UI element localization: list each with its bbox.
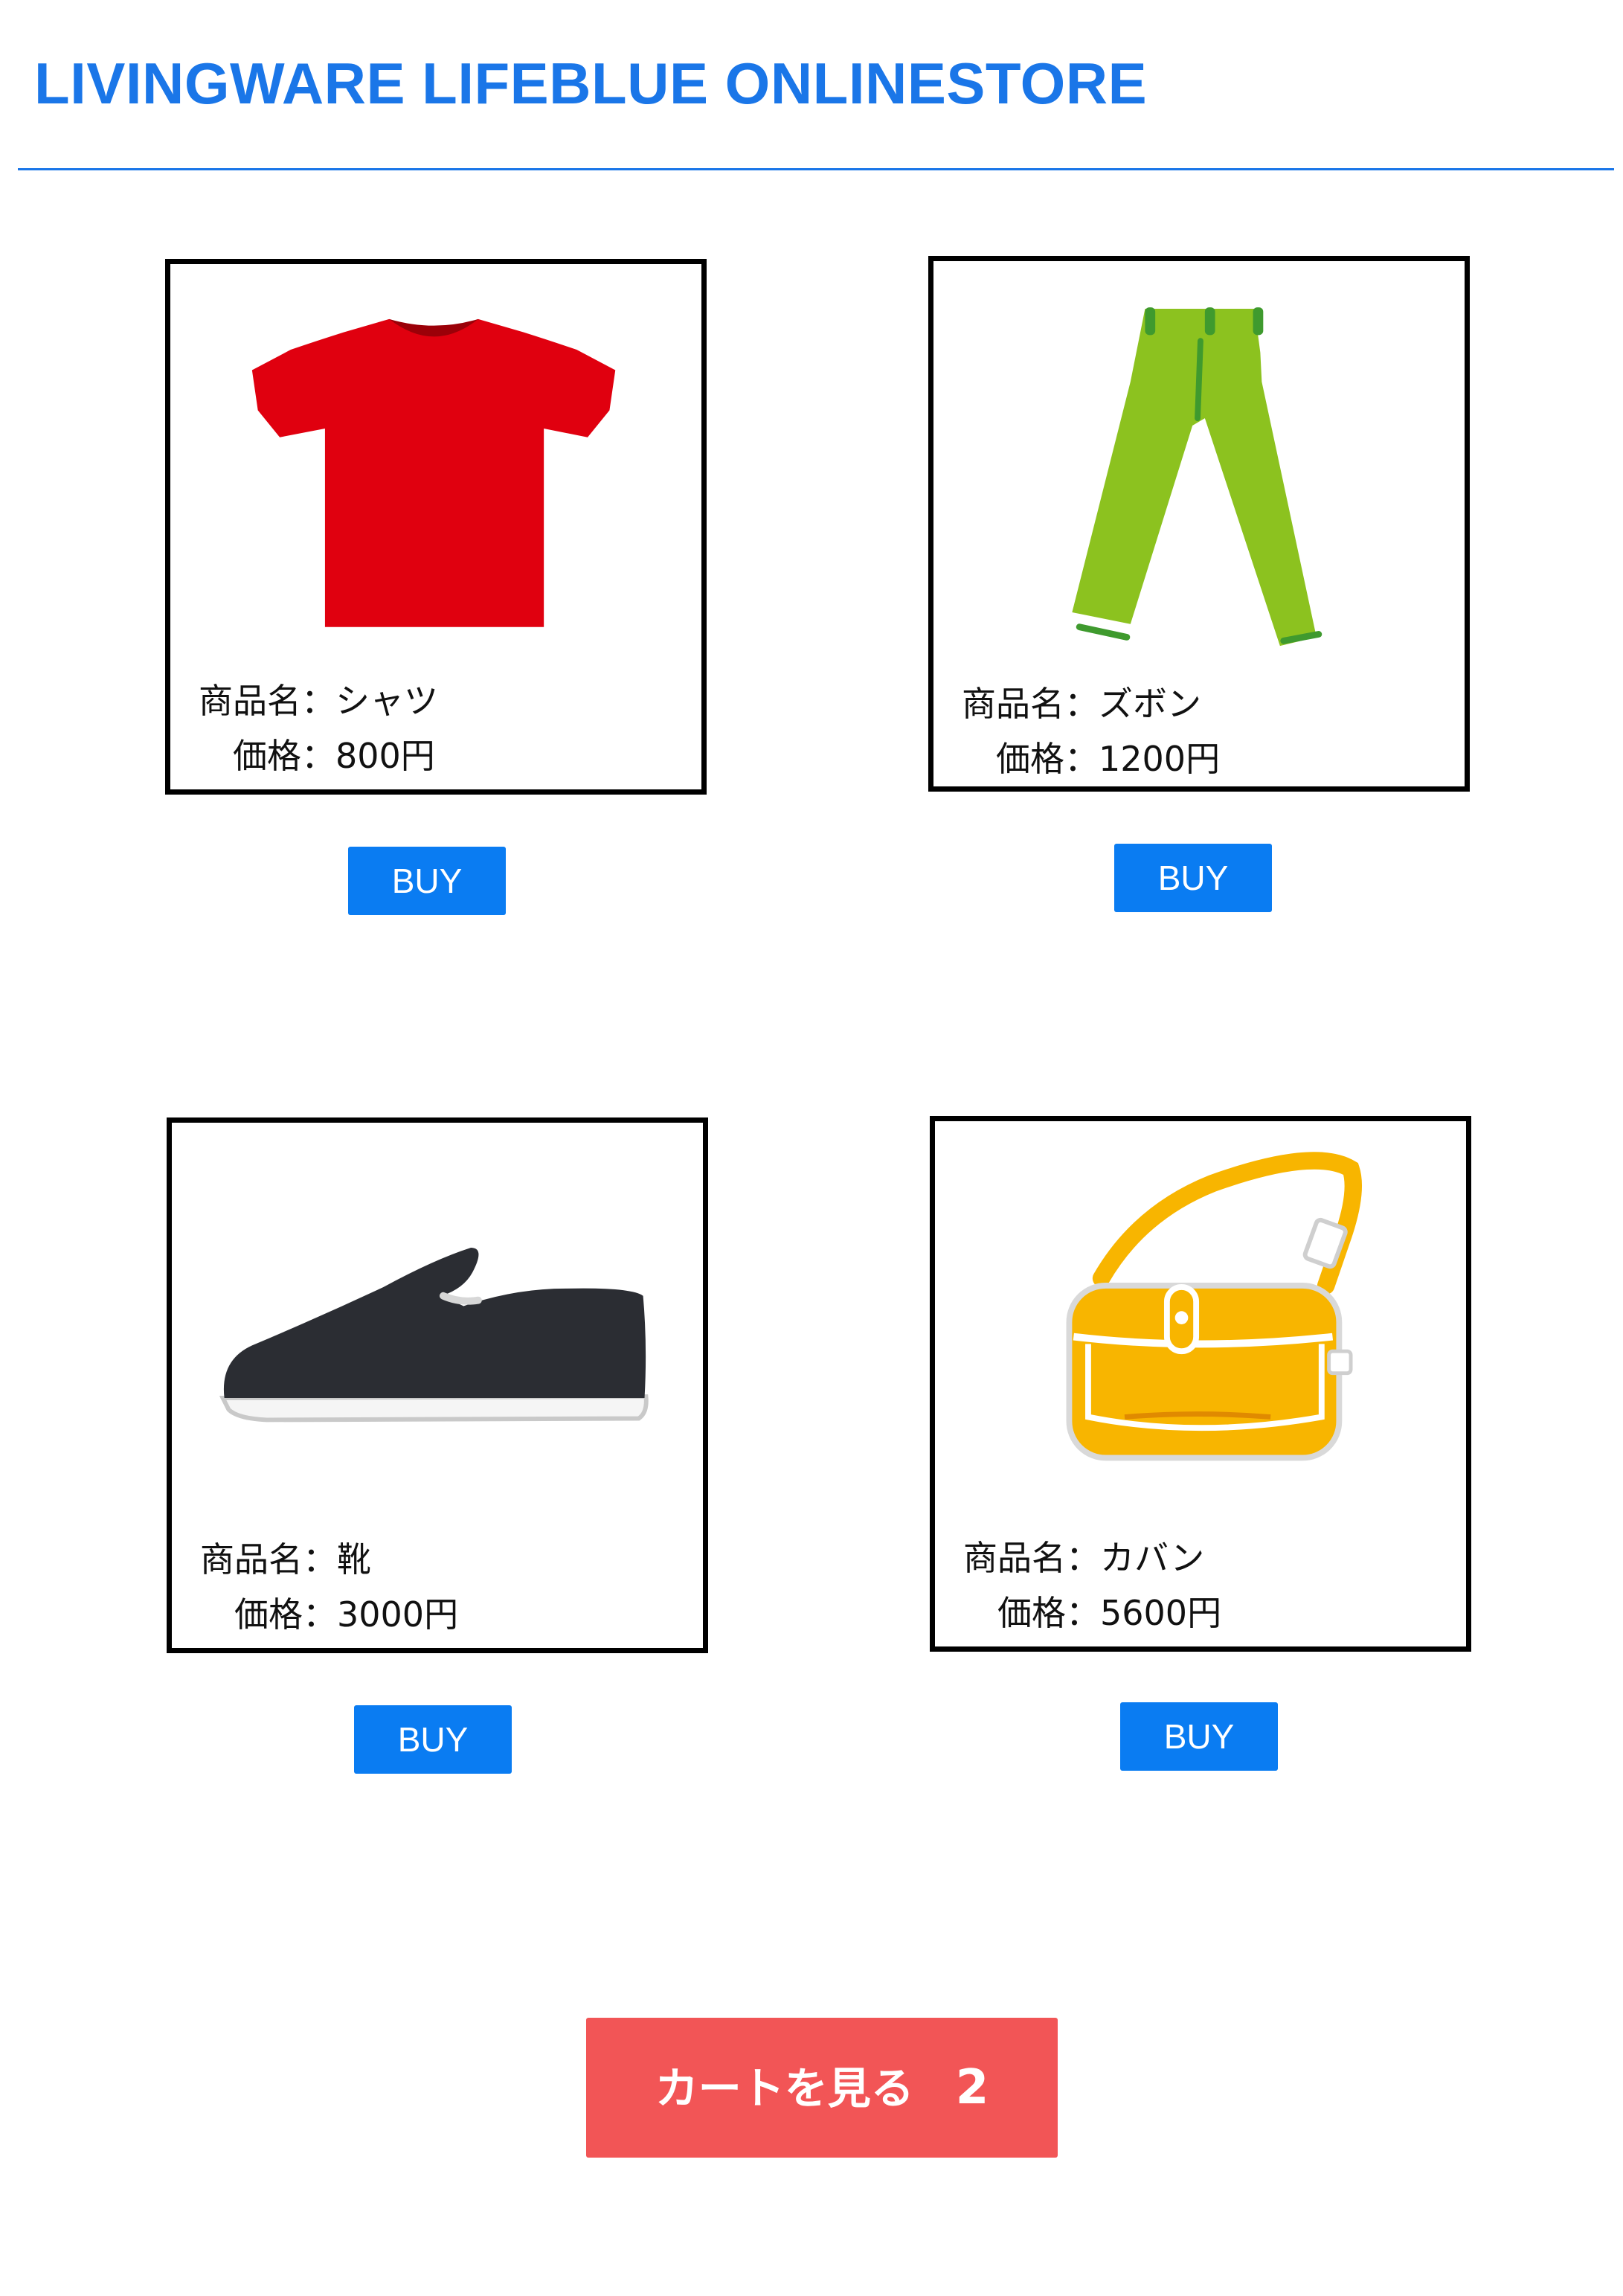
product-name: 商品名：シャツ — [199, 681, 438, 721]
product-card-bag: 商品名：カバン 価格：5600円 — [930, 1116, 1471, 1652]
product-price: 価格：3000円 — [234, 1594, 459, 1635]
product-info: 商品名：ズボン 価格：1200円 — [962, 676, 1220, 786]
bag-icon — [935, 1121, 1466, 1523]
product-info: 商品名：カバン 価格：5600円 — [963, 1530, 1221, 1641]
view-cart-button[interactable]: カートを見る 2 — [586, 2018, 1058, 2158]
product-price: 価格：800円 — [233, 736, 435, 776]
product-price: 価格：1200円 — [996, 739, 1221, 779]
pants-icon — [933, 261, 1465, 663]
product-price: 価格：5600円 — [997, 1593, 1222, 1633]
product-card-shirt: 商品名：シャツ 価格：800円 — [165, 259, 707, 795]
product-card-pants: 商品名：ズボン 価格：1200円 — [928, 256, 1470, 792]
site-title: LIVINGWARE LIFEBLUE ONLINESTORE — [34, 51, 1148, 116]
cart-count-badge: 2 — [955, 2060, 989, 2115]
product-info: 商品名：靴 価格：3000円 — [200, 1532, 458, 1642]
product-name: 商品名：靴 — [200, 1539, 371, 1580]
t-shirt-icon — [170, 264, 701, 666]
buy-button-bag[interactable]: BUY — [1120, 1702, 1278, 1771]
product-name: 商品名：ズボン — [962, 684, 1201, 724]
shoe-icon — [172, 1123, 703, 1524]
buy-button-shoe[interactable]: BUY — [354, 1705, 512, 1774]
buy-button-shirt[interactable]: BUY — [348, 847, 506, 915]
buy-button-pants[interactable]: BUY — [1114, 844, 1272, 912]
header-divider — [18, 168, 1614, 170]
cart-label: カートを見る — [655, 2063, 914, 2114]
product-info: 商品名：シャツ 価格：800円 — [199, 673, 438, 783]
product-card-shoe: 商品名：靴 価格：3000円 — [167, 1117, 708, 1653]
product-name: 商品名：カバン — [963, 1538, 1205, 1578]
